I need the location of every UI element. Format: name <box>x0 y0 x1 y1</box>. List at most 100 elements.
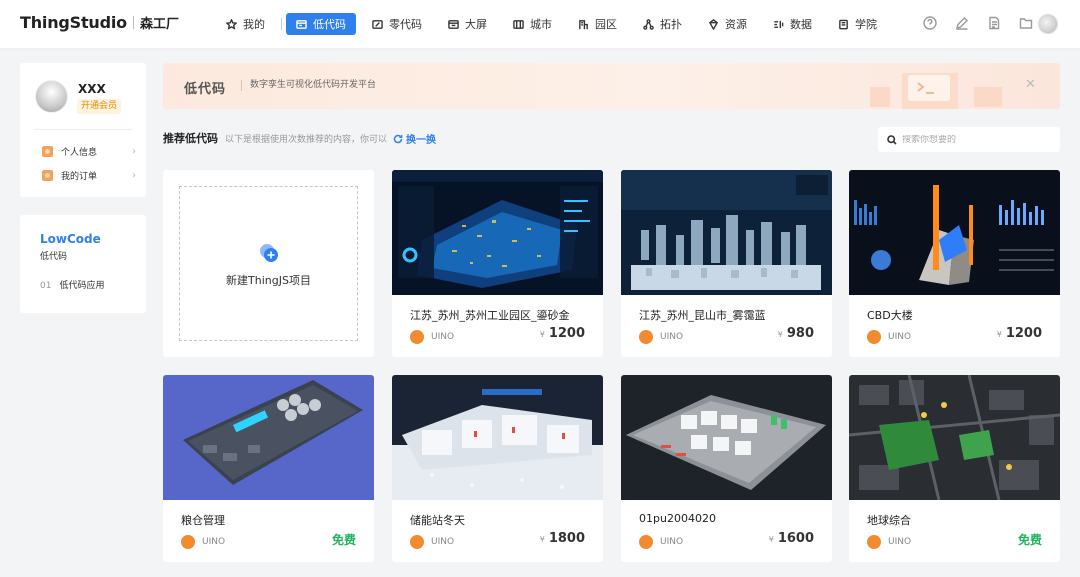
lowcode-title: LowCode <box>40 232 101 246</box>
nav-item-park[interactable]: 园区 <box>568 13 627 35</box>
chevron-right-icon: › <box>132 169 136 181</box>
brand-logo-icon <box>867 535 881 549</box>
project-price: ¥980 <box>778 326 814 341</box>
header-avatar[interactable] <box>1038 14 1058 34</box>
new-project-dropzone[interactable]: 新建ThingJS项目 <box>179 186 358 341</box>
price-value: 980 <box>786 326 814 341</box>
project-card[interactable]: 江苏_苏州_苏州工业园区_鎏砂金 UINO ¥1200 <box>392 170 603 357</box>
granary-thumbnail <box>163 375 374 500</box>
brand-name: UINO <box>660 537 684 547</box>
logo-divider <box>132 16 134 29</box>
project-card[interactable]: 江苏_苏州_昆山市_雾霭蓝 UINO ¥980 <box>621 170 832 357</box>
project-price: ¥1800 <box>540 531 585 546</box>
nav-label: 我的 <box>243 18 265 31</box>
nocode-icon <box>372 19 383 29</box>
help-button[interactable] <box>922 15 938 31</box>
item-number: 01 <box>40 281 52 291</box>
nav-label: 数据 <box>790 18 812 31</box>
refresh-icon <box>393 134 403 143</box>
project-thumbnail[interactable] <box>392 170 603 295</box>
banner-description: 数字孪生可视化低代码开发平台 <box>241 80 376 91</box>
search-icon <box>887 134 897 145</box>
project-card[interactable]: 01pu2004020 UINO ¥1600 <box>621 375 832 562</box>
project-price: ¥1200 <box>540 326 585 341</box>
logo-text: ThingStudio <box>20 13 127 32</box>
project-card[interactable]: 粮仓管理 UINO 免费 <box>163 375 374 562</box>
new-project-card[interactable]: 新建ThingJS项目 <box>163 170 374 357</box>
search-box[interactable] <box>878 127 1060 152</box>
nav-item-city[interactable]: 城市 <box>503 13 562 35</box>
folder-icon <box>1019 18 1033 29</box>
document-button[interactable] <box>986 15 1002 31</box>
search-input[interactable] <box>902 134 1052 145</box>
substation-thumbnail <box>621 375 832 500</box>
price-value: 1800 <box>548 531 585 546</box>
nav-label: 零代码 <box>389 18 422 31</box>
close-icon[interactable]: ✕ <box>1025 77 1036 92</box>
brand-logo-icon <box>639 330 653 344</box>
energy-station-winter-thumbnail <box>392 375 603 500</box>
brand: UINO <box>639 535 683 549</box>
nav-item-data[interactable]: 数据 <box>763 13 822 35</box>
nav-item-mine[interactable]: 我的 <box>216 13 275 35</box>
project-card[interactable]: 地球综合 UINO 免费 <box>849 375 1060 562</box>
logo[interactable]: ThingStudio 森工厂 <box>20 13 179 32</box>
project-card[interactable]: CBD大楼 UINO ¥1200 <box>849 170 1060 357</box>
menu-item-orders[interactable]: 我的订单 › <box>42 168 136 182</box>
lowcode-icon <box>296 19 307 29</box>
nav-divider <box>281 18 282 30</box>
project-thumbnail[interactable] <box>849 170 1060 295</box>
vip-badge[interactable]: 开通会员 <box>77 99 122 114</box>
brand-logo-icon <box>181 535 195 549</box>
project-price: 免费 <box>1018 531 1042 548</box>
profile-icon <box>42 145 53 157</box>
star-icon <box>226 18 237 30</box>
brand-name: UINO <box>431 537 455 547</box>
nav-item-topology[interactable]: 拓扑 <box>633 13 692 35</box>
nav-item-academy[interactable]: 学院 <box>828 13 887 35</box>
currency: ¥ <box>777 330 783 339</box>
banner: 低代码 数字孪生可视化低代码开发平台 ✕ <box>163 63 1060 109</box>
project-thumbnail[interactable] <box>621 375 832 500</box>
brand-name: UINO <box>660 332 684 342</box>
topology-icon <box>643 18 654 30</box>
project-thumbnail[interactable] <box>392 375 603 500</box>
section-hint: 以下是根据使用次数推荐的内容，你可以 <box>225 135 388 145</box>
help-icon <box>923 16 937 30</box>
lowcode-subtitle: 低代码 <box>40 252 68 262</box>
building-dashboard-thumbnail <box>849 170 1060 295</box>
brand: UINO <box>867 330 911 344</box>
document-icon <box>989 16 1000 30</box>
project-title: 江苏_苏州_苏州工业园区_鎏砂金 <box>410 309 570 322</box>
refresh-label: 换一换 <box>406 135 436 146</box>
brand-name: UINO <box>202 537 226 547</box>
edit-icon <box>955 17 968 30</box>
project-title: 储能站冬天 <box>410 514 465 527</box>
nav-item-lowcode[interactable]: 低代码 <box>286 13 356 35</box>
nav-item-resource[interactable]: 资源 <box>698 13 757 35</box>
data-icon <box>774 20 784 28</box>
refresh-button[interactable]: 换一换 <box>393 131 436 146</box>
currency: ¥ <box>996 330 1002 339</box>
nav-item-screen[interactable]: 大屏 <box>438 13 497 35</box>
nav-item-nocode[interactable]: 零代码 <box>362 13 432 35</box>
project-price: 免费 <box>332 531 356 548</box>
edit-button[interactable] <box>954 15 970 31</box>
project-card[interactable]: 储能站冬天 UINO ¥1800 <box>392 375 603 562</box>
project-title: CBD大楼 <box>867 309 913 322</box>
new-project-label: 新建ThingJS项目 <box>226 274 311 287</box>
project-thumbnail[interactable] <box>849 375 1060 500</box>
terminal-illustration <box>870 73 1002 109</box>
lowcode-item[interactable]: 01 低代码应用 <box>40 278 104 291</box>
brand: UINO <box>181 535 225 549</box>
lowcode-panel: LowCode 低代码 01 低代码应用 <box>20 215 146 313</box>
currency: ¥ <box>768 535 774 544</box>
nav-label: 园区 <box>595 18 617 31</box>
resource-icon <box>708 18 719 30</box>
project-thumbnail[interactable] <box>621 170 832 295</box>
folder-button[interactable] <box>1018 15 1034 31</box>
nav-label: 资源 <box>725 18 747 31</box>
menu-item-profile[interactable]: 个人信息 › <box>42 144 136 158</box>
avatar[interactable] <box>35 80 68 113</box>
project-thumbnail[interactable] <box>163 375 374 500</box>
